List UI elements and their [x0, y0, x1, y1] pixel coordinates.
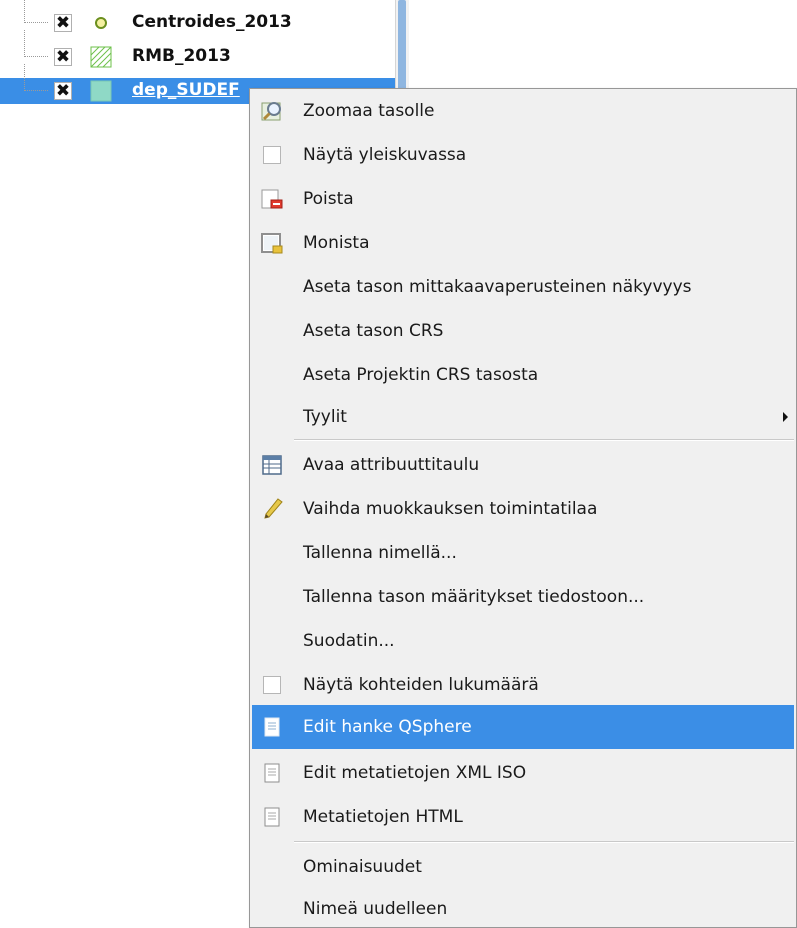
menu-item-label: Monista	[303, 233, 370, 253]
menu-item-label: Tallenna tason määritykset tiedostoon...	[303, 587, 645, 607]
menu-item-label: Tyylit	[303, 407, 347, 427]
submenu-arrow-icon	[783, 412, 788, 422]
menu-item-styles[interactable]: Tyylit	[252, 395, 794, 439]
menu-item-properties[interactable]: Ominaisuudet	[252, 845, 794, 889]
menu-item-rename[interactable]: Nimeä uudelleen	[252, 887, 794, 928]
menu-item-label: Näytä yleiskuvassa	[303, 145, 467, 165]
menu-item-edit-metadata-xml-iso[interactable]: Edit metatietojen XML ISO	[252, 751, 794, 795]
menu-item-save-as[interactable]: Tallenna nimellä...	[252, 531, 794, 575]
layer-row-centroides[interactable]: ✖ Centroides_2013	[0, 0, 395, 36]
point-layer-icon	[90, 12, 112, 34]
menu-item-label: Aseta tason CRS	[303, 321, 444, 341]
document-icon	[260, 805, 284, 829]
menu-item-label: Metatietojen HTML	[303, 807, 463, 827]
menu-separator	[294, 841, 794, 843]
tree-branch-line	[24, 64, 25, 91]
layer-visibility-checkbox[interactable]: ✖	[54, 82, 72, 100]
menu-separator	[294, 439, 794, 441]
zoom-to-layer-icon	[260, 99, 284, 123]
polygon-fill-layer-icon	[90, 80, 112, 102]
layer-visibility-checkbox[interactable]: ✖	[54, 48, 72, 66]
pencil-icon	[260, 497, 284, 521]
attribute-table-icon	[260, 453, 284, 477]
menu-item-zoom-to-layer[interactable]: Zoomaa tasolle	[252, 89, 794, 133]
menu-item-label: Aseta Projektin CRS tasosta	[303, 365, 539, 385]
layer-visibility-checkbox[interactable]: ✖	[54, 14, 72, 32]
menu-item-duplicate[interactable]: Monista	[252, 221, 794, 265]
polygon-hatched-layer-icon	[90, 46, 112, 68]
layer-name: dep_SUDEF	[132, 80, 240, 100]
tree-branch-line	[24, 90, 48, 91]
menu-item-set-project-crs[interactable]: Aseta Projektin CRS tasosta	[252, 353, 794, 397]
menu-item-label: Edit metatietojen XML ISO	[303, 763, 527, 783]
menu-item-toggle-editing[interactable]: Vaihda muokkauksen toimintatilaa	[252, 487, 794, 531]
layer-context-menu: Zoomaa tasolle Näytä yleiskuvassa Poista…	[249, 88, 797, 928]
menu-item-remove[interactable]: Poista	[252, 177, 794, 221]
menu-item-label: Avaa attribuuttitaulu	[303, 455, 480, 475]
layer-tree-scrollbar[interactable]	[395, 0, 409, 100]
tree-branch-line	[24, 22, 48, 23]
duplicate-layer-icon	[260, 231, 284, 255]
tree-branch-line	[24, 56, 48, 57]
layer-name: RMB_2013	[132, 46, 231, 66]
menu-item-metadata-html[interactable]: Metatietojen HTML	[252, 795, 794, 839]
menu-item-label: Tallenna nimellä...	[303, 543, 457, 563]
menu-item-set-layer-crs[interactable]: Aseta tason CRS	[252, 309, 794, 353]
layer-row-rmb[interactable]: ✖ RMB_2013	[0, 30, 395, 70]
menu-item-save-layer-definition[interactable]: Tallenna tason määritykset tiedostoon...	[252, 575, 794, 619]
layer-name: Centroides_2013	[132, 12, 292, 32]
tree-branch-line	[24, 0, 25, 23]
document-icon	[260, 715, 284, 739]
menu-item-show-in-overview[interactable]: Näytä yleiskuvassa	[252, 133, 794, 177]
menu-item-show-feature-count[interactable]: Näytä kohteiden lukumäärä	[252, 663, 794, 707]
document-icon	[260, 761, 284, 785]
menu-item-label: Nimeä uudelleen	[303, 899, 448, 919]
menu-item-label: Näytä kohteiden lukumäärä	[303, 675, 539, 695]
tree-branch-line	[24, 30, 25, 57]
menu-item-open-attribute-table[interactable]: Avaa attribuuttitaulu	[252, 443, 794, 487]
menu-item-label: Ominaisuudet	[303, 857, 422, 877]
menu-item-label: Suodatin...	[303, 631, 395, 651]
menu-item-label: Zoomaa tasolle	[303, 101, 435, 121]
checkbox-icon[interactable]	[263, 146, 281, 164]
menu-item-label: Aseta tason mittakaavaperusteinen näkyvy…	[303, 277, 692, 297]
menu-item-label: Edit hanke QSphere	[303, 717, 472, 737]
menu-item-label: Vaihda muokkauksen toimintatilaa	[303, 499, 598, 519]
remove-layer-icon	[260, 187, 284, 211]
menu-item-set-scale-visibility[interactable]: Aseta tason mittakaavaperusteinen näkyvy…	[252, 265, 794, 309]
checkbox-icon[interactable]	[263, 676, 281, 694]
menu-item-edit-hanke-qsphere[interactable]: Edit hanke QSphere	[252, 705, 794, 749]
menu-item-filter[interactable]: Suodatin...	[252, 619, 794, 663]
menu-item-label: Poista	[303, 189, 354, 209]
